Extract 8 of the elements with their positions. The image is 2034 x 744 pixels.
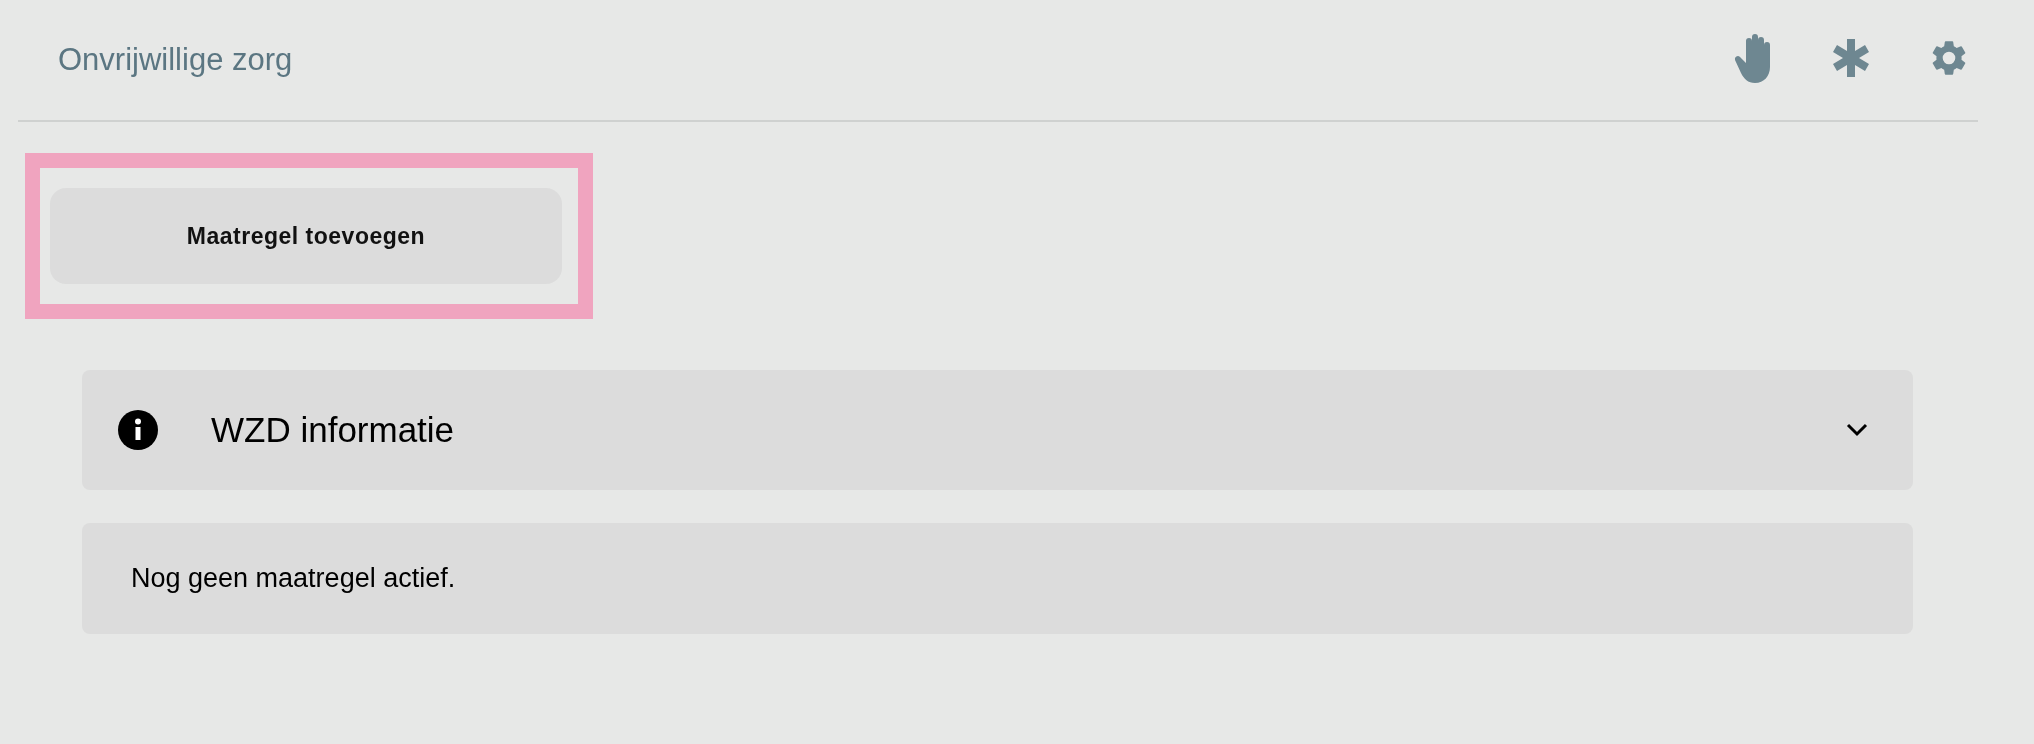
add-measure-button[interactable]: Maatregel toevoegen	[50, 188, 562, 284]
info-icon	[118, 410, 158, 450]
status-message: Nog geen maatregel actief.	[131, 563, 456, 594]
info-panel[interactable]: WZD informatie	[82, 370, 1913, 490]
chevron-icon[interactable]	[1846, 423, 1868, 437]
page-title: Onvrijwillige zorg	[58, 42, 294, 78]
asterisk-icon[interactable]	[1832, 39, 1870, 77]
panel-title: WZD informatie	[211, 410, 456, 450]
